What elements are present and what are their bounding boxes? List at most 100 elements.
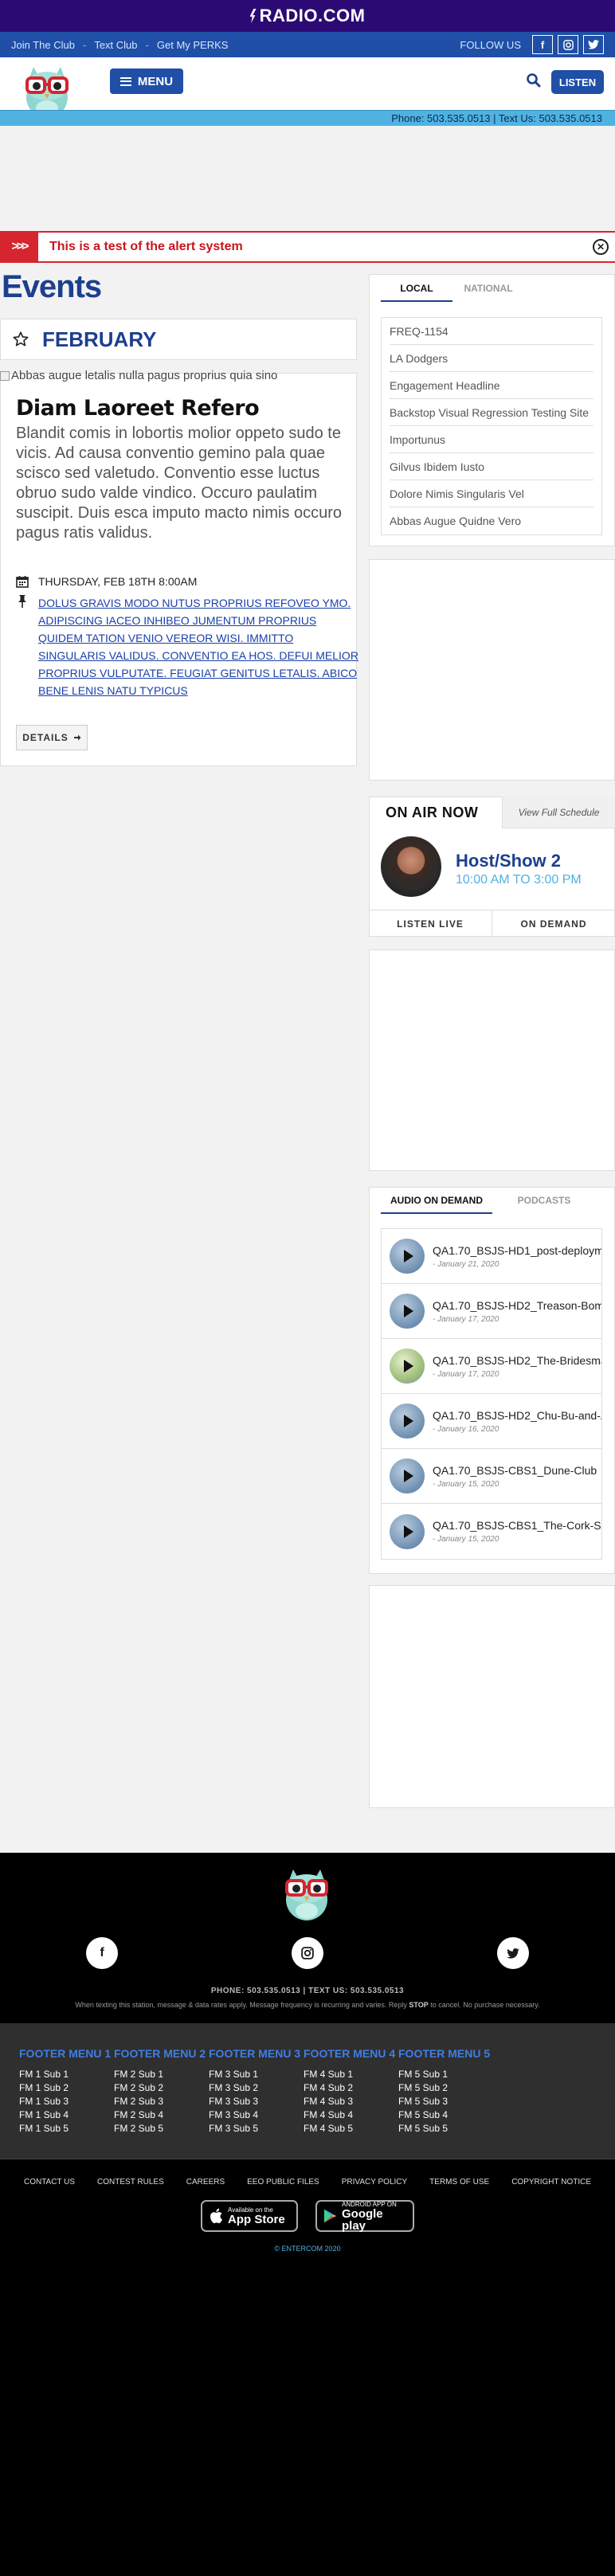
footer-sub-link[interactable]: FM 3 Sub 1 — [209, 2068, 303, 2081]
terms-of-use-link[interactable]: TERMS OF USE — [418, 2178, 500, 2186]
instagram-icon[interactable] — [292, 1937, 323, 1969]
footer-sub-link[interactable]: FM 4 Sub 4 — [304, 2108, 398, 2122]
tab-audio-on-demand[interactable]: AUDIO ON DEMAND — [381, 1195, 492, 1214]
list-item[interactable]: QA1.70_BSJS-CBS1_Dune-Club - January 15, … — [382, 1449, 601, 1504]
on-demand-button[interactable]: ON DEMAND — [492, 910, 615, 937]
tag-item[interactable]: Gilvus Ibidem Iusto — [390, 453, 593, 480]
footer-sub-link[interactable]: FM 4 Sub 2 — [304, 2081, 398, 2095]
footer-sub-link[interactable]: FM 4 Sub 5 — [304, 2122, 398, 2136]
full-schedule-link[interactable]: View Full Schedule — [502, 797, 615, 828]
search-icon[interactable] — [526, 72, 542, 88]
facebook-icon[interactable]: f — [532, 35, 553, 54]
tag-item[interactable]: FREQ-1154 — [390, 318, 593, 345]
play-icon[interactable] — [390, 1403, 425, 1439]
ad-slot — [369, 1585, 615, 1808]
play-icon[interactable] — [390, 1294, 425, 1329]
footer-sub-link[interactable]: FM 5 Sub 3 — [398, 2095, 492, 2108]
close-icon[interactable]: ✕ — [593, 239, 609, 255]
episode-title[interactable]: QA1.70_BSJS-HD2_The-Bridesmaid — [433, 1354, 601, 1367]
play-icon[interactable] — [390, 1513, 425, 1549]
footer-sub-link[interactable]: FM 5 Sub 1 — [398, 2068, 492, 2081]
list-item[interactable]: QA1.70_BSJS-HD2_Chu-Bu-and-Zoe - January … — [382, 1394, 601, 1449]
tab-national[interactable]: NATIONAL — [452, 283, 524, 302]
footer-menu-title[interactable]: FOOTER MENU 1 — [19, 2047, 113, 2060]
list-item[interactable]: QA1.70_BSJS-HD2_Treason-Bomb - January 17… — [382, 1284, 601, 1339]
episode-title[interactable]: QA1.70_BSJS-CBS1_Dune-Club — [433, 1464, 597, 1477]
tag-item[interactable]: Dolore Nimis Singularis Vel — [390, 480, 593, 507]
event-heading[interactable]: Diam Laoreet Refero — [16, 396, 260, 421]
tag-item[interactable]: Abbas Augue Quidne Vero — [390, 507, 593, 534]
episode-title[interactable]: QA1.70_BSJS-CBS1_The-Cork-Squad — [433, 1519, 601, 1532]
radio-com-logo[interactable]: RADIO.COM — [249, 6, 366, 26]
footer-sub-link[interactable]: FM 1 Sub 5 — [19, 2122, 113, 2136]
footer-sub-link[interactable]: FM 1 Sub 2 — [19, 2081, 113, 2095]
tag-item[interactable]: LA Dodgers — [390, 345, 593, 372]
footer-sub-link[interactable]: FM 3 Sub 5 — [209, 2122, 303, 2136]
eeo-public-files-link[interactable]: EEO PUBLIC FILES — [236, 2178, 331, 2186]
perks-link[interactable]: Get My PERKS — [157, 39, 229, 51]
list-item[interactable]: QA1.70_BSJS-HD2_The-Bridesmaid - January … — [382, 1339, 601, 1394]
tag-item[interactable]: Engagement Headline — [390, 372, 593, 399]
episode-title[interactable]: QA1.70_BSJS-HD2_Chu-Bu-and-Zoe — [433, 1409, 601, 1422]
footer-sub-link[interactable]: FM 3 Sub 4 — [209, 2108, 303, 2122]
host-show-name[interactable]: Host/Show 2 — [456, 851, 561, 871]
app-store-badge[interactable]: Available on the App Store — [201, 2200, 298, 2232]
play-icon[interactable] — [390, 1349, 425, 1384]
footer-sub-link[interactable]: FM 2 Sub 2 — [114, 2081, 208, 2095]
footer-menu-title[interactable]: FOOTER MENU 5 — [398, 2047, 492, 2060]
episode-date: - January 16, 2020 — [433, 1424, 499, 1434]
play-icon[interactable] — [390, 1458, 425, 1494]
footer-menu-title[interactable]: FOOTER MENU 2 — [114, 2047, 208, 2060]
episode-date: - January 17, 2020 — [433, 1369, 499, 1379]
footer-sub-link[interactable]: FM 5 Sub 4 — [398, 2108, 492, 2122]
footer-sub-link[interactable]: FM 2 Sub 3 — [114, 2095, 208, 2108]
event-location-link[interactable]: Dolus gravis modo nutus proprius refoveo… — [38, 594, 361, 699]
join-club-link[interactable]: Join The Club — [11, 39, 75, 51]
google-play-badge[interactable]: ANDROID APP ON Google play — [315, 2200, 414, 2232]
host-avatar[interactable] — [381, 836, 441, 897]
instagram-icon[interactable] — [558, 35, 578, 54]
footer-menu-title[interactable]: FOOTER MENU 4 — [304, 2047, 398, 2060]
text-club-link[interactable]: Text Club — [94, 39, 137, 51]
footer-sub-link[interactable]: FM 2 Sub 4 — [114, 2108, 208, 2122]
contest-rules-link[interactable]: CONTEST RULES — [86, 2178, 175, 2186]
footer-sub-link[interactable]: FM 1 Sub 4 — [19, 2108, 113, 2122]
tag-item[interactable]: Backstop Visual Regression Testing Site — [390, 399, 593, 426]
privacy-policy-link[interactable]: PRIVACY POLICY — [331, 2178, 418, 2186]
copyright-notice-link[interactable]: COPYRIGHT NOTICE — [500, 2178, 602, 2186]
twitter-icon[interactable] — [583, 35, 604, 54]
tab-local[interactable]: LOCAL — [381, 283, 452, 302]
episode-title[interactable]: QA1.70_BSJS-HD1_post-deployment — [433, 1244, 601, 1257]
footer-menu-title[interactable]: FOOTER MENU 3 — [209, 2047, 303, 2060]
star-outline-icon[interactable] — [12, 331, 29, 348]
details-button[interactable]: DETAILS — [16, 725, 88, 750]
facebook-icon[interactable]: f — [86, 1937, 118, 1969]
list-item[interactable]: QA1.70_BSJS-CBS1_The-Cork-Squad - January… — [382, 1504, 601, 1559]
careers-link[interactable]: CAREERS — [175, 2178, 236, 2186]
listen-button[interactable]: LISTEN — [551, 70, 604, 94]
phone-text: Phone: 503.535.0513 | Text Us: 503.535.0… — [391, 112, 602, 124]
footer-sub-link[interactable]: FM 1 Sub 1 — [19, 2068, 113, 2081]
tag-item[interactable]: Importunus — [390, 426, 593, 453]
event-date-row: THURSDAY, FEB 18TH 8:00AM — [16, 575, 197, 588]
play-icon[interactable] — [390, 1239, 425, 1274]
list-item[interactable]: QA1.70_BSJS-HD1_post-deployment - January… — [382, 1229, 601, 1284]
episode-title[interactable]: QA1.70_BSJS-HD2_Treason-Bomb — [433, 1299, 601, 1312]
footer-sub-link[interactable]: FM 3 Sub 3 — [209, 2095, 303, 2108]
menu-button[interactable]: MENU — [110, 69, 183, 94]
station-owl-logo[interactable] — [279, 1864, 335, 1923]
tab-podcasts[interactable]: PODCASTS — [492, 1195, 596, 1214]
footer-sub-link[interactable]: FM 5 Sub 2 — [398, 2081, 492, 2095]
footer-sub-link[interactable]: FM 3 Sub 2 — [209, 2081, 303, 2095]
footer-sub-link[interactable]: FM 1 Sub 3 — [19, 2095, 113, 2108]
footer-sub-link[interactable]: FM 4 Sub 3 — [304, 2095, 398, 2108]
footer-sub-link[interactable]: FM 5 Sub 5 — [398, 2122, 492, 2136]
contact-us-link[interactable]: CONTACT US — [13, 2178, 86, 2186]
twitter-icon[interactable] — [497, 1937, 529, 1969]
footer-sub-link[interactable]: FM 2 Sub 1 — [114, 2068, 208, 2081]
footer-sub-link[interactable]: FM 2 Sub 5 — [114, 2122, 208, 2136]
ad-slot — [369, 559, 615, 781]
footer-sub-link[interactable]: FM 4 Sub 1 — [304, 2068, 398, 2081]
footer-legal-links: CONTACT US CONTEST RULES CAREERS EEO PUB… — [0, 2178, 615, 2186]
listen-live-button[interactable]: LISTEN LIVE — [369, 910, 492, 937]
